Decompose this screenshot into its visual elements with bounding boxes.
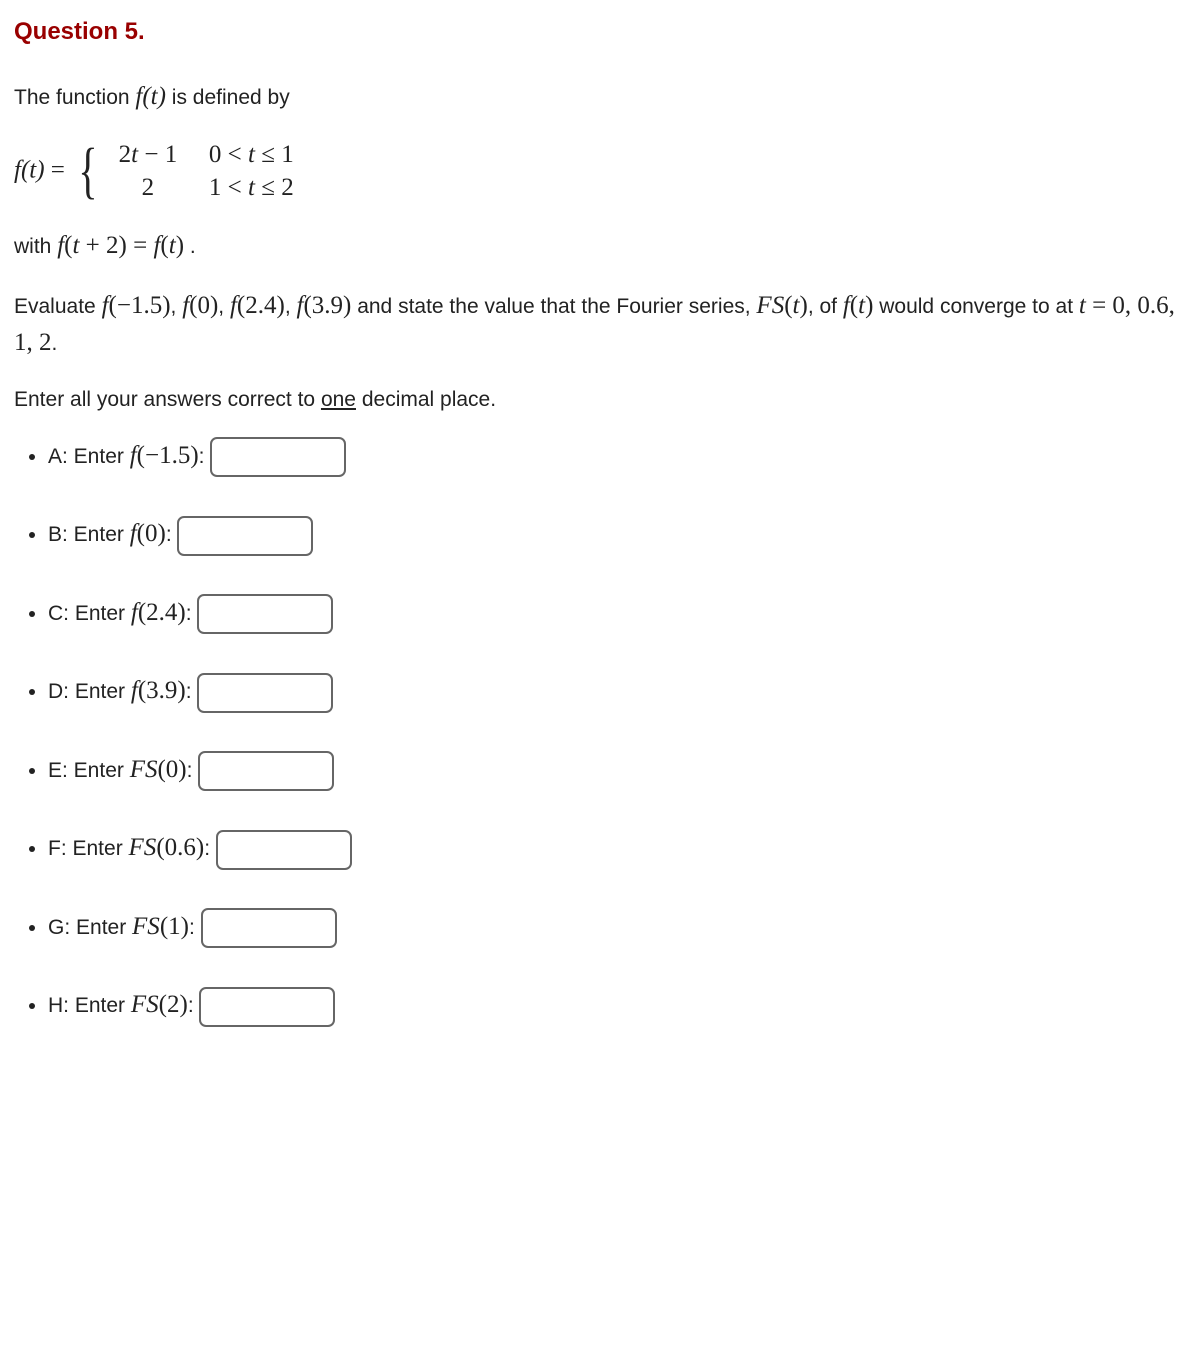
input-b[interactable] xyxy=(177,516,313,556)
periodic-condition: with f(t + 2) = f(t) . xyxy=(14,227,1186,265)
input-h[interactable] xyxy=(199,987,335,1027)
sep2: , xyxy=(218,295,230,318)
row1-expr: 2t − 1 xyxy=(109,138,187,172)
eval-text-2: and state the value that the Fourier ser… xyxy=(351,295,756,318)
eval-text-1: Evaluate xyxy=(14,295,102,318)
item-e-colon: : xyxy=(187,759,199,782)
answer-item-c: C: Enter f(2.4): xyxy=(48,594,1186,634)
item-a-colon: : xyxy=(199,445,211,468)
item-g-fn: FS xyxy=(132,913,160,940)
item-d-colon: : xyxy=(186,680,198,703)
piecewise-row-2: 2 1 < t ≤ 2 xyxy=(109,171,329,205)
item-g-label: G: Enter xyxy=(48,916,132,939)
input-d[interactable] xyxy=(197,673,333,713)
piecewise-row-1: 2t − 1 0 < t ≤ 1 xyxy=(109,138,329,172)
eval-text-5: . xyxy=(52,332,58,355)
piecewise-rows: 2t − 1 0 < t ≤ 1 2 1 < t ≤ 2 xyxy=(109,138,329,206)
item-h-fn: FS xyxy=(131,991,159,1018)
item-h-colon: : xyxy=(188,994,200,1017)
answer-item-b: B: Enter f(0): xyxy=(48,515,1186,555)
input-e[interactable] xyxy=(198,751,334,791)
item-a-fn: f xyxy=(130,442,137,469)
eval-teq: t xyxy=(1079,292,1086,319)
intro-fn: f(t) xyxy=(135,83,166,110)
answer-list: A: Enter f(−1.5): B: Enter f(0): C: Ente… xyxy=(14,437,1186,1027)
item-g-colon: : xyxy=(189,916,201,939)
answer-item-d: D: Enter f(3.9): xyxy=(48,672,1186,712)
periodic-suffix: . xyxy=(184,235,196,258)
eval-ft: f xyxy=(843,292,850,319)
item-f-label: F: Enter xyxy=(48,837,129,860)
piecewise-brace-group: { 2t − 1 0 < t ≤ 1 2 1 < t ≤ 2 xyxy=(71,138,329,206)
eval-f1: f xyxy=(102,292,109,319)
row2-expr: 2 xyxy=(109,171,187,205)
intro-paragraph: The function f(t) is defined by xyxy=(14,78,1186,116)
item-b-fn: f xyxy=(130,520,137,547)
equals-sign: = xyxy=(45,156,72,183)
row1-cond: 0 < t ≤ 1 xyxy=(209,138,329,172)
precision-one: one xyxy=(321,388,356,411)
input-g[interactable] xyxy=(201,908,337,948)
eval-f3: f xyxy=(230,292,237,319)
sep3: , xyxy=(285,295,297,318)
item-e-fn: FS xyxy=(130,756,158,783)
input-a[interactable] xyxy=(210,437,346,477)
item-f-fn: FS xyxy=(129,834,157,861)
item-c-label: C: Enter xyxy=(48,602,131,625)
item-c-colon: : xyxy=(186,602,198,625)
intro-tail: is defined by xyxy=(166,86,290,109)
evaluate-paragraph: Evaluate f(−1.5), f(0), f(2.4), f(3.9) a… xyxy=(14,287,1186,362)
question-title: Question 5. xyxy=(14,14,1186,50)
piecewise-definition: f(t) = { 2t − 1 0 < t ≤ 1 2 1 < t ≤ 2 xyxy=(14,138,1186,206)
eval-text-4: would converge to at xyxy=(873,295,1078,318)
item-h-label: H: Enter xyxy=(48,994,131,1017)
answer-item-f: F: Enter FS(0.6): xyxy=(48,829,1186,869)
eval-text-3: , of xyxy=(808,295,843,318)
answer-item-h: H: Enter FS(2): xyxy=(48,986,1186,1026)
precision-a: Enter all your answers correct to xyxy=(14,388,321,411)
eval-fs: FS xyxy=(756,292,784,319)
answer-item-a: A: Enter f(−1.5): xyxy=(48,437,1186,477)
input-f[interactable] xyxy=(216,830,352,870)
input-c[interactable] xyxy=(197,594,333,634)
piecewise-lhs: f(t) xyxy=(14,156,45,183)
item-f-colon: : xyxy=(204,837,216,860)
item-d-fn: f xyxy=(131,677,138,704)
row2-cond: 1 < t ≤ 2 xyxy=(209,171,329,205)
item-b-label: B: Enter xyxy=(48,523,130,546)
item-a-label: A: Enter xyxy=(48,445,130,468)
periodic-prefix: with xyxy=(14,235,57,258)
item-b-colon: : xyxy=(166,523,178,546)
item-e-label: E: Enter xyxy=(48,759,130,782)
item-c-fn: f xyxy=(131,599,138,626)
precision-b: decimal place. xyxy=(356,388,496,411)
answer-item-g: G: Enter FS(1): xyxy=(48,908,1186,948)
item-d-label: D: Enter xyxy=(48,680,131,703)
left-brace-icon: { xyxy=(78,140,97,202)
sep1: , xyxy=(171,295,183,318)
intro-text: The function xyxy=(14,86,135,109)
answer-item-e: E: Enter FS(0): xyxy=(48,751,1186,791)
precision-note: Enter all your answers correct to one de… xyxy=(14,384,1186,416)
